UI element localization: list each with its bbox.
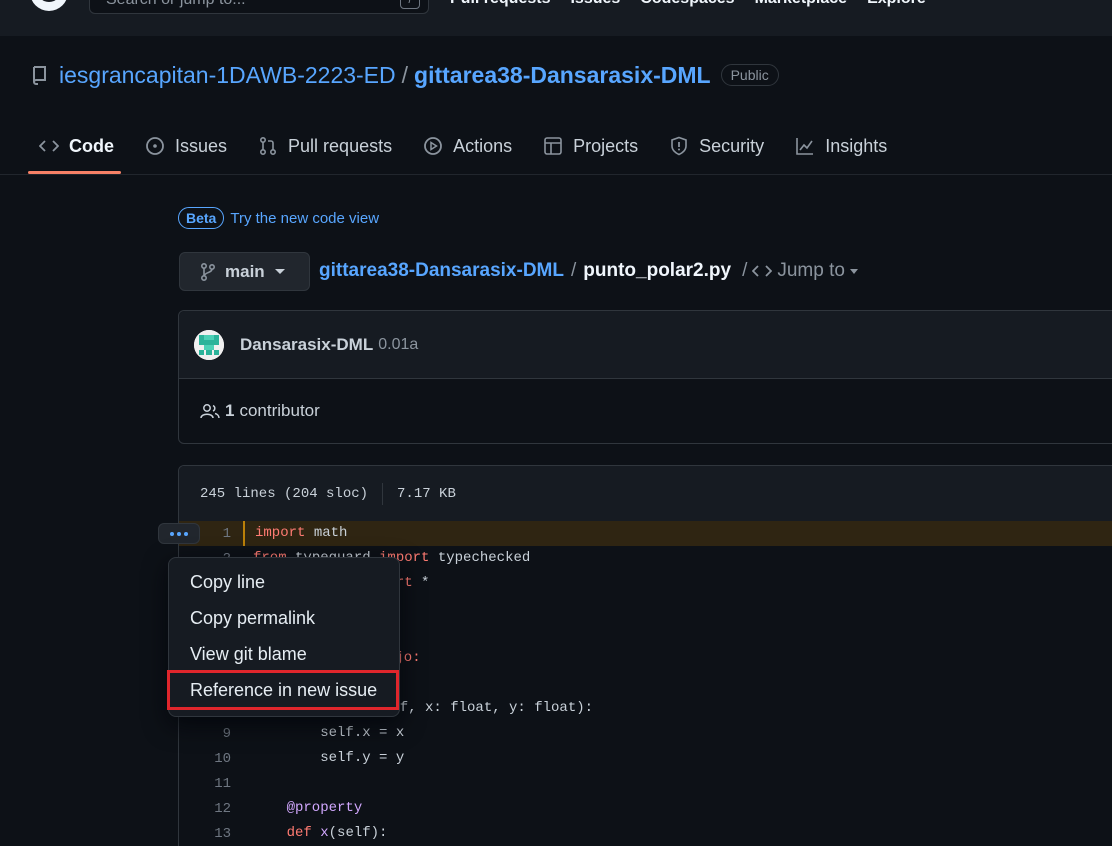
code-line[interactable]: 11: [179, 771, 1112, 796]
visibility-badge: Public: [720, 64, 779, 86]
beta-badge: Beta: [178, 207, 225, 229]
menu-item-copy-line[interactable]: Copy line: [169, 564, 399, 600]
contributor-count: 1: [225, 401, 235, 420]
commit-header: Dansarasix-DML 0.01a: [179, 311, 1112, 379]
code-icon: [752, 265, 773, 277]
line-number[interactable]: 10: [179, 751, 231, 767]
repo-separator: /: [401, 61, 409, 88]
line-number[interactable]: 9: [179, 726, 231, 742]
beta-banner: Beta Try the new code view: [178, 207, 379, 229]
breadcrumb-separator: /: [742, 260, 748, 281]
kebab-dot-icon: [177, 531, 181, 536]
tab-label: Actions: [453, 135, 513, 156]
identicon-icon: [194, 329, 224, 360]
breadcrumb-repo-link[interactable]: gittarea38-Dansarasix-DML: [319, 260, 564, 282]
kebab-dot-icon: [184, 531, 188, 536]
code-line[interactable]: 10 self.y = y: [179, 746, 1112, 771]
code-line[interactable]: 9 self.x = x: [179, 721, 1112, 746]
nav-issues[interactable]: Issues: [570, 0, 620, 8]
breadcrumb-file: punto_polar2.py: [583, 260, 732, 281]
commit-author-link[interactable]: Dansarasix-DML: [240, 335, 373, 355]
menu-item-view-git-blame[interactable]: View git blame: [169, 636, 399, 672]
code-text: @property: [253, 800, 363, 816]
latest-commit-box: Dansarasix-DML 0.01a 1 contributor: [178, 310, 1112, 444]
code-line[interactable]: 12 @property: [179, 796, 1112, 821]
tab-label: Insights: [825, 135, 888, 156]
tab-projects[interactable]: Projects: [532, 125, 649, 167]
nav-codespaces[interactable]: Codespaces: [640, 0, 734, 8]
breadcrumb: gittarea38-Dansarasix-DML / punto_polar2…: [319, 260, 858, 282]
try-new-code-view-link[interactable]: Try the new code view: [230, 210, 379, 227]
chevron-down-icon: [849, 268, 858, 274]
tab-actions[interactable]: Actions: [412, 125, 523, 167]
tab-security[interactable]: Security: [658, 125, 775, 167]
tab-pull-requests[interactable]: Pull requests: [247, 125, 403, 167]
code-line[interactable]: 13 def x(self):: [179, 821, 1112, 846]
line-options-button[interactable]: [158, 523, 200, 544]
menu-item-reference-in-new-issue[interactable]: Reference in new issue: [167, 670, 399, 710]
file-line-count: 245 lines (204 sloc): [200, 485, 369, 502]
search-shortcut-badge: /: [400, 0, 420, 9]
breadcrumb-separator: /: [570, 260, 577, 281]
tab-label: Issues: [175, 135, 228, 156]
repo-owner-link[interactable]: iesgrancapitan-1DAWB-2223-ED: [59, 62, 396, 89]
search-input[interactable]: Search or jump to... /: [89, 0, 429, 14]
tab-label: Pull requests: [288, 135, 393, 156]
contributor-label: contributor: [239, 401, 320, 420]
code-text: self.y = y: [253, 750, 405, 766]
people-icon: [200, 404, 220, 419]
contributors-row[interactable]: 1 contributor: [179, 379, 1112, 443]
tab-label: Code: [69, 135, 114, 156]
line-number[interactable]: 13: [179, 826, 231, 842]
play-icon: [424, 137, 442, 155]
tabs-divider: [0, 174, 1112, 175]
global-nav: Pull requests Issues Codespaces Marketpl…: [450, 0, 926, 8]
nav-explore[interactable]: Explore: [867, 0, 926, 8]
menu-item-copy-permalink[interactable]: Copy permalink: [169, 600, 399, 636]
code-fragment: elf, x: float, y: float):: [383, 700, 594, 716]
branch-name: main: [225, 261, 265, 281]
repo-title: iesgrancapitan-1DAWB-2223-ED / gittarea3…: [31, 60, 779, 90]
code-text: import math: [243, 521, 347, 546]
file-info-divider: [382, 482, 384, 505]
tab-issues[interactable]: Issues: [134, 125, 238, 167]
tab-code[interactable]: Code: [28, 125, 125, 167]
repo-icon: [33, 66, 46, 85]
nav-pull-requests[interactable]: Pull requests: [450, 0, 550, 8]
github-logo-icon[interactable]: [28, 0, 70, 16]
shield-icon: [671, 136, 687, 156]
tab-insights[interactable]: Insights: [784, 125, 898, 167]
file-info-bar: 245 lines (204 sloc) 7.17 KB: [179, 466, 1112, 521]
tab-label: Security: [699, 135, 765, 156]
line-number[interactable]: 11: [179, 776, 231, 792]
kebab-dot-icon: [170, 531, 174, 536]
line-context-menu: Copy line Copy permalink View git blame …: [167, 557, 400, 717]
chevron-down-icon: [274, 269, 285, 274]
global-header: Search or jump to... / Pull requests Iss…: [0, 0, 1112, 36]
code-line[interactable]: 1 import math: [179, 521, 1112, 546]
jump-to-label: Jump to: [777, 260, 845, 281]
nav-marketplace[interactable]: Marketplace: [755, 0, 848, 8]
code-text: self.x = x: [253, 725, 405, 741]
graph-icon: [796, 138, 814, 155]
file-size: 7.17 KB: [397, 485, 456, 502]
code-text: def x(self):: [286, 825, 388, 841]
branch-selector-button[interactable]: main: [179, 252, 310, 291]
jump-to-dropdown[interactable]: / Jump to: [742, 260, 858, 282]
line-number[interactable]: 12: [179, 801, 231, 817]
repo-name-link[interactable]: gittarea38-Dansarasix-DML: [414, 62, 711, 89]
pull-request-icon: [260, 136, 277, 156]
tab-label: Projects: [573, 135, 639, 156]
code-icon: [39, 140, 59, 152]
branch-icon: [200, 262, 216, 281]
table-icon: [544, 137, 562, 155]
commit-message-link[interactable]: 0.01a: [378, 336, 418, 354]
repo-tabs: Code Issues Pull requests Actions Projec…: [28, 125, 907, 175]
issue-icon: [146, 137, 164, 155]
search-placeholder: Search or jump to...: [106, 0, 246, 9]
avatar[interactable]: [194, 329, 224, 360]
